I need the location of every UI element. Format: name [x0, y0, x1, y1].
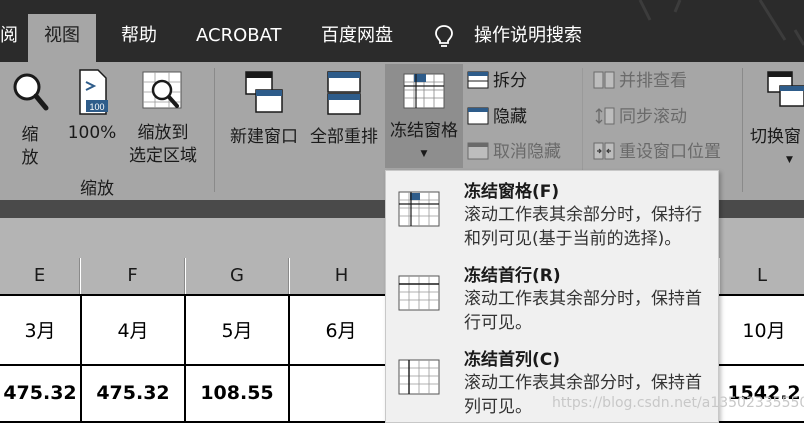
group-separator [214, 68, 215, 192]
switch-windows-label: 切换窗 [750, 127, 801, 147]
zoom-label: 缩 放 [21, 125, 39, 168]
sync-scroll-button[interactable]: 同步滚动 [593, 106, 687, 128]
freeze-panes-button[interactable]: 冻结窗格 ▼ [385, 64, 463, 168]
chevron-down-icon: ▼ [786, 155, 793, 165]
column-header-g[interactable]: G [186, 258, 289, 294]
hide-button[interactable]: 隐藏 [467, 106, 527, 128]
menu-item-title: 冻结首行(R) [464, 266, 561, 286]
split-label: 拆分 [493, 71, 527, 91]
reset-window-position-icon [593, 142, 615, 160]
new-window-icon [245, 71, 283, 113]
tab-baidu[interactable]: 百度网盘 [321, 14, 393, 62]
tell-me-search[interactable]: 操作说明搜索 [474, 14, 582, 62]
menu-item-description: 滚动工作表其余部分时，保持行和列可见(基于当前的选择)。 [464, 205, 702, 249]
column-header-l[interactable]: L [720, 258, 804, 294]
arrange-all-label: 全部重排 [310, 127, 378, 147]
switch-windows-icon [767, 71, 804, 107]
chevron-down-icon: ▼ [420, 149, 428, 159]
zoom-selection-label: 缩放到 选定区域 [129, 123, 197, 166]
side-by-side-icon [593, 71, 615, 89]
freeze-first-column-icon [398, 359, 440, 395]
sync-scroll-label: 同步滚动 [619, 107, 687, 127]
menu-item-title: 冻结首列(C) [464, 350, 561, 370]
zoom-button[interactable]: 缩 放 [8, 70, 52, 170]
split-icon [467, 71, 489, 89]
split-button[interactable]: 拆分 [467, 70, 527, 92]
side-by-side-button[interactable]: 并排查看 [593, 70, 687, 92]
arrange-all-icon [327, 71, 361, 115]
hide-window-icon [467, 107, 489, 125]
freeze-panes-icon [398, 191, 440, 227]
cell-value-e[interactable]: 475.32 [0, 366, 82, 423]
cell-month-h[interactable]: 6月 [290, 294, 394, 366]
menu-item-freeze-top-row[interactable]: 冻结首行(R) 滚动工作表其余部分时，保持首行可见。 [386, 255, 718, 337]
switch-windows-button[interactable]: 切换窗 ▼ [750, 70, 804, 172]
freeze-panes-menu: 冻结窗格(F) 滚动工作表其余部分时，保持行和列可见(基于当前的选择)。 冻结首… [385, 170, 719, 423]
column-header-h[interactable]: H [290, 258, 394, 294]
cell-value-g[interactable]: 108.55 [186, 366, 290, 423]
hide-label: 隐藏 [493, 107, 527, 127]
decorative-background-icon [638, 0, 804, 46]
column-header-e[interactable]: E [0, 258, 80, 294]
sync-scroll-icon [595, 107, 615, 125]
menu-item-title: 冻结窗格(F) [464, 182, 560, 202]
column-header-f[interactable]: F [81, 258, 185, 294]
watermark: https://blog.csdn.net/a13502335550 [552, 395, 804, 411]
freeze-panes-icon [403, 73, 445, 109]
side-by-side-label: 并排查看 [619, 71, 687, 91]
new-window-button[interactable]: 新建窗口 [226, 70, 302, 149]
unhide-window-icon [467, 142, 489, 160]
ribbon-tab-bar: 阅 视图 帮助 ACROBAT 百度网盘 操作说明搜索 [0, 0, 804, 62]
cell-month-l[interactable]: 10月 [704, 294, 804, 366]
zoom-group-label: 缩放 [80, 179, 114, 199]
zoom-to-selection-button[interactable]: 缩放到 选定区域 [124, 70, 202, 168]
cell-value-f[interactable]: 475.32 [82, 366, 186, 423]
cell-month-g[interactable]: 5月 [186, 294, 290, 366]
zoom-selection-icon [142, 71, 182, 109]
zoom-100-icon-text: 100 [89, 102, 104, 112]
magnifier-icon [13, 73, 49, 111]
zoom-100-button[interactable]: 100 100% [64, 68, 120, 145]
tab-help[interactable]: 帮助 [121, 14, 157, 62]
unhide-label: 取消隐藏 [493, 142, 561, 162]
cell-month-f[interactable]: 4月 [82, 294, 186, 366]
lightbulb-icon[interactable] [434, 24, 454, 50]
zoom-100-label: 100% [67, 123, 117, 143]
reset-position-button[interactable]: 重设窗口位置 [593, 141, 721, 163]
group-separator [742, 68, 743, 192]
tab-partial[interactable]: 阅 [0, 14, 18, 62]
freeze-top-row-icon [398, 275, 440, 311]
unhide-button[interactable]: 取消隐藏 [467, 141, 561, 163]
menu-item-description: 滚动工作表其余部分时，保持首行可见。 [464, 289, 702, 333]
new-window-label: 新建窗口 [230, 127, 298, 147]
reset-position-label: 重设窗口位置 [619, 142, 721, 162]
arrange-all-button[interactable]: 全部重排 [306, 70, 382, 149]
document-zoom-icon: 100 [79, 69, 108, 115]
tab-view[interactable]: 视图 [28, 14, 96, 62]
tab-acrobat[interactable]: ACROBAT [196, 14, 282, 62]
cell-month-e[interactable]: 3月 [0, 294, 82, 366]
cell-value-h[interactable] [290, 366, 394, 423]
menu-item-freeze-panes[interactable]: 冻结窗格(F) 滚动工作表其余部分时，保持行和列可见(基于当前的选择)。 [386, 171, 718, 253]
freeze-panes-label: 冻结窗格 [390, 121, 458, 141]
